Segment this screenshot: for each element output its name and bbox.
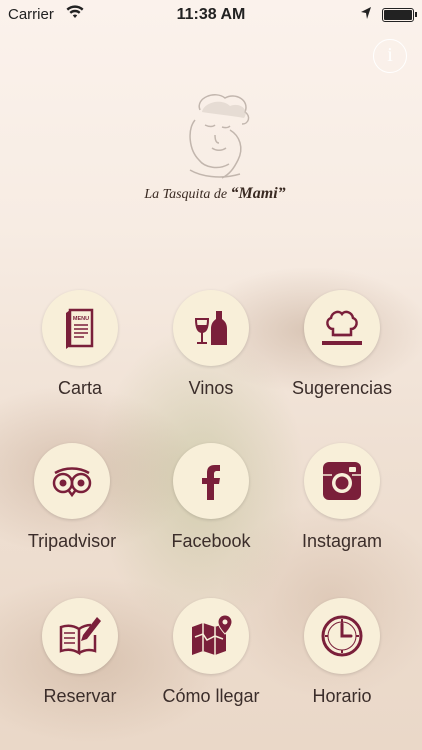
carta-button[interactable]: MENU Carta	[15, 290, 145, 399]
book-pen-icon	[59, 617, 101, 656]
tripadvisor-label: Tripadvisor	[27, 531, 117, 551]
instagram-button[interactable]: Instagram	[277, 443, 407, 552]
svg-text:MENU: MENU	[73, 316, 89, 322]
clock-icon	[321, 615, 363, 657]
vinos-label: Vinos	[188, 378, 234, 398]
facebook-label: Facebook	[171, 531, 251, 551]
vinos-button[interactable]: Vinos	[146, 290, 276, 399]
como-llegar-label: Cómo llegar	[162, 686, 260, 706]
chef-hat-icon	[322, 310, 362, 345]
carta-circle: MENU	[42, 290, 118, 366]
menu-grid: MENU Carta Vinos Sugerencias Tripadvisor…	[0, 0, 422, 750]
sugerencias-button[interactable]: Sugerencias	[277, 290, 407, 399]
menu-icon: MENU	[66, 308, 94, 349]
como-llegar-button[interactable]: Cómo llegar	[146, 598, 276, 707]
sugerencias-circle	[304, 290, 380, 366]
horario-button[interactable]: Horario	[277, 598, 407, 707]
tripadvisor-button[interactable]: Tripadvisor	[7, 443, 137, 552]
wine-icon	[194, 311, 227, 345]
facebook-circle	[173, 443, 249, 519]
facebook-button[interactable]: Facebook	[146, 443, 276, 552]
instagram-icon	[323, 462, 361, 500]
instagram-label: Instagram	[301, 531, 383, 551]
reservar-circle	[42, 598, 118, 674]
instagram-circle	[304, 443, 380, 519]
horario-label: Horario	[312, 686, 372, 706]
reservar-label: Reservar	[43, 686, 117, 706]
carta-label: Carta	[57, 378, 102, 398]
tripadvisor-circle	[34, 443, 110, 519]
facebook-icon	[202, 465, 220, 500]
sugerencias-label: Sugerencias	[291, 378, 393, 398]
horario-circle	[304, 598, 380, 674]
reservar-button[interactable]: Reservar	[15, 598, 145, 707]
vinos-circle	[173, 290, 249, 366]
map-pin-icon	[192, 614, 233, 655]
como-llegar-circle	[173, 598, 249, 674]
tripadvisor-icon	[52, 467, 92, 498]
